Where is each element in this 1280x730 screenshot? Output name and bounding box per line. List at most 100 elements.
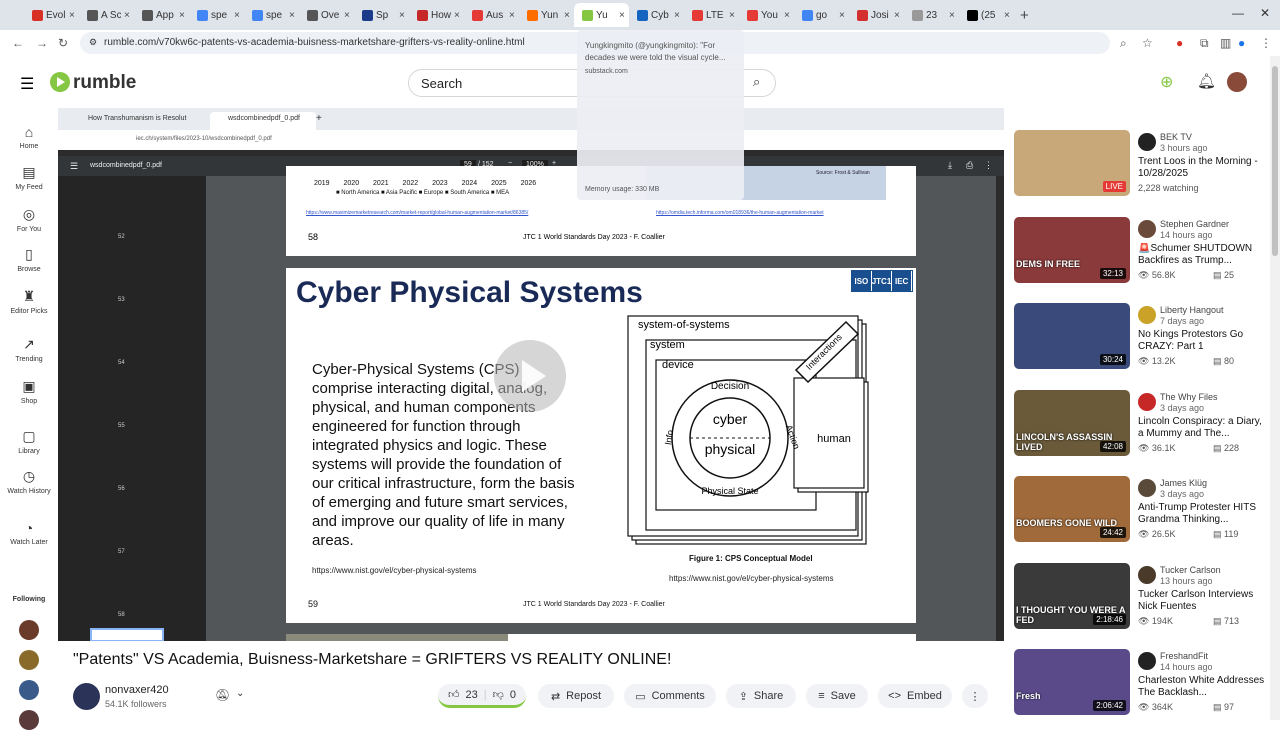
browser-tab[interactable]: 23 × [904, 3, 959, 27]
recommended-video[interactable]: LIVE BEK TV 3 hours ago Trent Loos in the M… [1008, 130, 1270, 210]
tab-close-icon[interactable]: × [729, 10, 735, 21]
browser-menu-icon[interactable]: ⋮ [1260, 36, 1272, 50]
recommended-video[interactable]: I THOUGHT YOU WERE A FED 2:18:46 Tucker Ca… [1008, 562, 1270, 643]
extension-icon[interactable]: ● [1176, 36, 1183, 50]
user-avatar[interactable] [1227, 72, 1247, 92]
play-button-icon[interactable] [494, 340, 566, 412]
video-title[interactable]: Lincoln Conspiracy: a Diary, a Mummy and… [1138, 416, 1270, 440]
browser-tab[interactable]: spe × [244, 3, 299, 27]
search-icon[interactable]: ⌕ [753, 74, 760, 90]
channel-avatar[interactable] [1138, 219, 1156, 238]
video-title[interactable]: Tucker Carlson Interviews Nick Fuentes [1138, 589, 1270, 613]
scrollbar-thumb[interactable] [1272, 66, 1278, 256]
video-thumbnail[interactable]: LINCOLN'S ASSASSIN LIVED 42:08 [1014, 389, 1130, 456]
profile-icon[interactable]: ● [1238, 36, 1245, 50]
browser-tab[interactable]: Josi × [849, 3, 904, 27]
browser-tab[interactable]: Yu × [574, 3, 629, 27]
browser-tab[interactable]: You × [739, 3, 794, 27]
sidebar-item-watch-history[interactable]: ◷ Watch History [0, 468, 58, 495]
forward-icon[interactable]: → [36, 36, 48, 50]
sidebar-item-browse[interactable]: ▯ Browse [0, 246, 58, 273]
channel-avatar[interactable] [1138, 479, 1156, 497]
video-thumbnail[interactable]: I THOUGHT YOU WERE A FED 2:18:46 [1014, 562, 1130, 629]
back-icon[interactable]: ← [12, 36, 24, 50]
sidebar-item-home[interactable]: ⌂ Home [0, 124, 58, 150]
sidebar-item-watch-later[interactable]: ◔ Watch Later [0, 520, 58, 546]
channel-name[interactable]: The Why Files [1160, 392, 1218, 402]
tab-close-icon[interactable]: × [674, 10, 680, 21]
channel-avatar[interactable] [1138, 306, 1156, 324]
browser-tab[interactable]: A Sc × [79, 3, 134, 27]
recommended-video[interactable]: Fresh 2:06:42 FreshandFit 14 hours ago Charl… [1008, 649, 1270, 729]
tab-close-icon[interactable]: × [839, 10, 845, 21]
new-tab-icon[interactable]: + [1020, 7, 1029, 24]
extensions-puzzle-icon[interactable]: ⧉ [1200, 36, 1209, 51]
browser-tab[interactable]: Cyb × [629, 3, 684, 27]
recommended-video[interactable]: DEMS IN FREE 32:13 Stephen Gardner 14 hours… [1008, 216, 1270, 297]
channel-name[interactable]: FreshandFit [1160, 651, 1208, 661]
channel-name[interactable]: BEK TV [1160, 132, 1192, 142]
channel-avatar[interactable] [1138, 133, 1156, 151]
recommended-video[interactable]: LINCOLN'S ASSASSIN LIVED 42:08 The Why Fil… [1008, 389, 1270, 470]
chevron-down-icon[interactable]: ⌄ [236, 688, 244, 699]
tab-close-icon[interactable]: × [949, 10, 955, 21]
notifications-off-icon[interactable]: 🔕︎ [215, 688, 230, 702]
tab-close-icon[interactable]: × [454, 10, 460, 21]
repost-button[interactable]: ⇄ Repost [538, 684, 614, 708]
channel-name[interactable]: Tucker Carlson [1160, 565, 1221, 575]
page-scrollbar[interactable] [1270, 56, 1280, 720]
hamburger-menu-icon[interactable]: ☰ [20, 74, 34, 94]
thumbs-up-icon[interactable]: 👍︎ [448, 688, 460, 701]
browser-tab[interactable]: Evol × [24, 3, 79, 27]
video-thumbnail[interactable]: DEMS IN FREE 32:13 [1014, 216, 1130, 283]
tab-close-icon[interactable]: × [564, 10, 570, 21]
channel-avatar[interactable] [1138, 565, 1156, 584]
sidepanel-icon[interactable]: ▥ [1220, 36, 1231, 50]
video-title[interactable]: No Kings Protestors Go CRAZY: Part 1 [1138, 329, 1270, 353]
tab-close-icon[interactable]: × [399, 10, 405, 21]
video-thumbnail[interactable]: Fresh 2:06:42 [1014, 649, 1130, 715]
bookmark-star-icon[interactable]: ☆ [1142, 36, 1153, 50]
video-thumbnail[interactable]: BOOMERS GONE WILD 24:42 [1014, 476, 1130, 542]
upload-icon[interactable]: ⊕ [1160, 72, 1173, 92]
tab-close-icon[interactable]: × [69, 10, 75, 21]
save-button[interactable]: ≡ Save [806, 684, 868, 708]
sidebar-item-library[interactable]: ▢ Library [0, 428, 58, 455]
tab-close-icon[interactable]: × [179, 10, 185, 21]
embed-button[interactable]: <> Embed [878, 684, 952, 708]
more-options-button[interactable]: ⋮ [962, 684, 988, 708]
recommended-video[interactable]: 30:24 Liberty Hangout 7 days ago No Kings P… [1008, 303, 1270, 383]
reload-icon[interactable]: ↻ [58, 36, 68, 50]
tab-close-icon[interactable]: × [619, 10, 625, 21]
close-window-icon[interactable]: ✕ [1260, 6, 1270, 20]
tab-close-icon[interactable]: × [509, 10, 515, 21]
tab-close-icon[interactable]: × [289, 10, 295, 21]
browser-tab[interactable]: Aus × [464, 3, 519, 27]
browser-tab[interactable]: (25 × [959, 3, 1014, 27]
channel-avatar[interactable] [73, 683, 100, 710]
tab-close-icon[interactable]: × [784, 10, 790, 21]
channel-name[interactable]: Stephen Gardner [1160, 219, 1229, 229]
browser-tab[interactable]: App × [134, 3, 189, 27]
channel-avatar[interactable] [1138, 652, 1156, 670]
site-info-icon[interactable]: ⚙ [89, 37, 97, 48]
video-title[interactable]: 🚨Schumer SHUTDOWN Backfires as Trump... [1138, 243, 1270, 267]
browser-tab[interactable]: LTE × [684, 3, 739, 27]
zoom-icon[interactable]: ⌕ [1120, 36, 1127, 51]
video-thumbnail[interactable]: 30:24 [1014, 303, 1130, 369]
browser-tab[interactable]: spe × [189, 3, 244, 27]
video-player[interactable]: How Transhumanism is Resolut wsdcombined… [58, 108, 1004, 641]
sidebar-item-shop[interactable]: ▣ Shop [0, 378, 58, 405]
tab-close-icon[interactable]: × [124, 10, 130, 21]
sidebar-item-trending[interactable]: ↗ Trending [0, 336, 58, 363]
tab-close-icon[interactable]: × [344, 10, 350, 21]
browser-tab[interactable]: Ove × [299, 3, 354, 27]
tab-close-icon[interactable]: × [234, 10, 240, 21]
tab-close-icon[interactable]: × [1004, 10, 1010, 21]
minimize-icon[interactable]: — [1232, 6, 1244, 20]
tab-close-icon[interactable]: × [894, 10, 900, 21]
browser-tab[interactable]: go × [794, 3, 849, 27]
sidebar-item-my-feed[interactable]: ▤ My Feed [0, 164, 58, 191]
video-title[interactable]: Trent Loos in the Morning - 10/28/2025 [1138, 156, 1270, 180]
sidebar-item-editor-picks[interactable]: ♜ Editor Picks [0, 288, 58, 315]
